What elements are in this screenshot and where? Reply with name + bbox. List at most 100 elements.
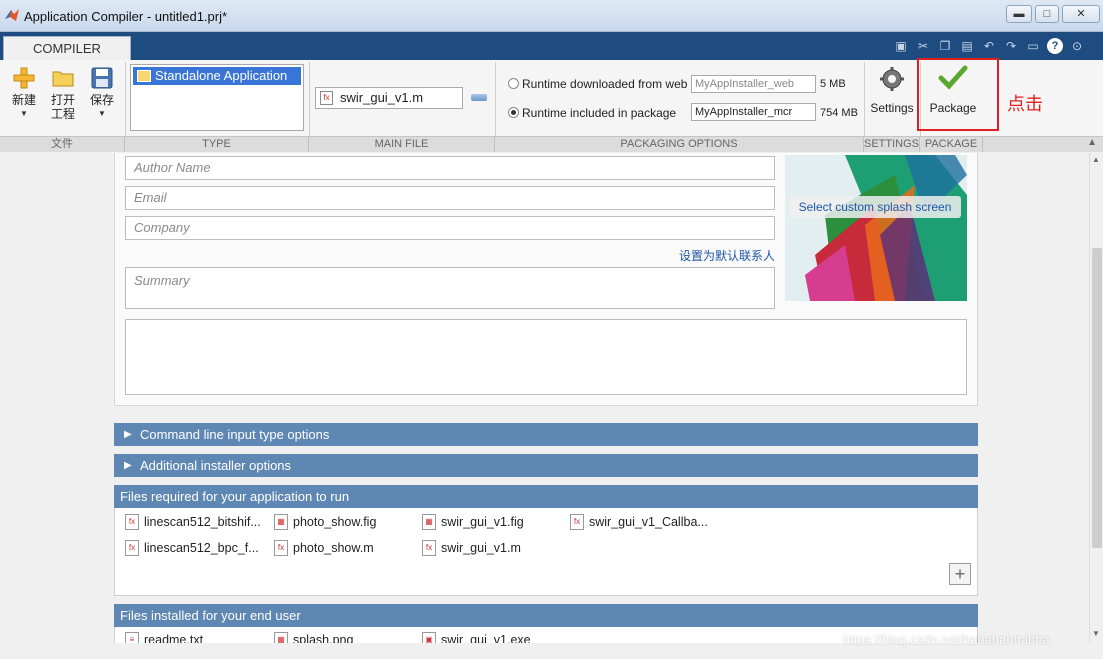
save-label: 保存 <box>89 93 114 107</box>
scroll-down-icon[interactable]: ▼ <box>1092 629 1100 638</box>
list-item[interactable]: fx linescan512_bitshif... <box>125 513 261 531</box>
new-button[interactable]: 新建 ▼ <box>8 66 40 121</box>
collapse-ribbon-icon[interactable]: ▲ <box>1087 137 1097 148</box>
expand-icon[interactable]: ⊙ <box>1069 38 1085 54</box>
file-name: splash.png <box>293 633 354 643</box>
splash-screen-preview: Select custom splash screen <box>785 155 967 301</box>
divider <box>125 62 126 136</box>
plus-icon <box>13 67 35 89</box>
save-icon[interactable]: ▣ <box>893 38 909 54</box>
type-item-standalone[interactable]: Standalone Application <box>133 67 301 85</box>
fig-file-icon: ▦ <box>274 514 288 530</box>
undo-icon[interactable]: ↶ <box>981 38 997 54</box>
list-item[interactable]: fx swir_gui_v1_Callba... <box>570 513 708 531</box>
installed-files-label: Files installed for your end user <box>120 608 301 623</box>
ribbon-group-labels: 文件 TYPE MAIN FILE PACKAGING OPTIONS SETT… <box>0 136 1103 152</box>
save-button[interactable]: 保存 ▼ <box>86 66 118 121</box>
m-file-icon: fx <box>570 514 584 530</box>
maximize-button[interactable]: □ <box>1035 5 1059 23</box>
switch-window-icon[interactable]: ▭ <box>1025 38 1041 54</box>
text-file-icon: ≡ <box>125 632 139 643</box>
m-file-icon: fx <box>320 91 333 105</box>
m-file-icon: fx <box>274 540 288 556</box>
list-item[interactable]: fx photo_show.m <box>274 539 374 557</box>
app-info-panel: Author Name Email Company 设置为默认联系人 Summa… <box>114 153 978 406</box>
runtime-web-input[interactable]: MyAppInstaller_web <box>691 75 816 93</box>
cmdline-options-label: Command line input type options <box>140 427 330 442</box>
group-label-packaging: PACKAGING OPTIONS <box>495 137 864 152</box>
vertical-scrollbar[interactable]: ▲ ▼ <box>1089 153 1103 643</box>
minimize-button[interactable]: ▬ <box>1006 5 1032 23</box>
main-file-name: swir_gui_v1.m <box>340 90 424 105</box>
redo-icon[interactable]: ↷ <box>1003 38 1019 54</box>
set-default-contact-link[interactable]: 设置为默认联系人 <box>679 247 775 264</box>
open-label-1: 打开 <box>50 93 75 107</box>
chevron-down-icon: ▼ <box>20 109 28 118</box>
select-splash-button[interactable]: Select custom splash screen <box>789 196 961 218</box>
file-name: photo_show.m <box>293 541 374 555</box>
required-files-list: fx linescan512_bitshif... ▦ photo_show.fig… <box>114 508 978 596</box>
open-project-button[interactable]: 打开 工程 <box>47 66 79 121</box>
file-name: swir_gui_v1.m <box>441 541 521 555</box>
scrollbar-thumb[interactable] <box>1092 248 1102 548</box>
email-field[interactable]: Email <box>125 186 775 210</box>
paste-icon[interactable]: ▤ <box>959 38 975 54</box>
m-file-icon: fx <box>125 540 139 556</box>
installer-options-header[interactable]: ▶ Additional installer options <box>114 454 978 477</box>
list-item[interactable]: ▦ photo_show.fig <box>274 513 376 531</box>
installer-options-label: Additional installer options <box>140 458 292 473</box>
runtime-web-radio[interactable] <box>508 78 519 89</box>
description-textarea[interactable] <box>125 319 967 395</box>
copy-icon[interactable]: ❐ <box>937 38 953 54</box>
highlight-box <box>917 58 999 131</box>
expand-arrow-icon: ▶ <box>124 460 132 471</box>
runtime-package-input[interactable]: MyAppInstaller_mcr <box>691 103 816 121</box>
installed-files-header: Files installed for your end user <box>114 604 978 627</box>
help-icon[interactable]: ? <box>1047 38 1063 54</box>
m-file-icon: fx <box>422 540 436 556</box>
quick-access-toolbar: ▣ ✂ ❐ ▤ ↶ ↷ ▭ ? ⊙ <box>893 38 1085 54</box>
main-content: Author Name Email Company 设置为默认联系人 Summa… <box>0 153 1090 643</box>
list-item[interactable]: ▦ swir_gui_v1.fig <box>422 513 524 531</box>
file-name: linescan512_bitshif... <box>144 515 261 529</box>
runtime-package-radio[interactable] <box>508 107 519 118</box>
file-name: photo_show.fig <box>293 515 377 529</box>
gear-icon <box>880 67 904 91</box>
floppy-disk-icon <box>91 67 113 89</box>
file-name: swir_gui_v1.exe <box>441 633 531 643</box>
chevron-down-icon: ▼ <box>98 109 106 118</box>
divider <box>864 62 865 136</box>
annotation-text: 点击 <box>1007 94 1043 114</box>
close-button[interactable]: ✕ <box>1062 5 1100 23</box>
list-item[interactable]: fx swir_gui_v1.m <box>422 539 521 557</box>
cmdline-options-header[interactable]: ▶ Command line input type options <box>114 423 978 446</box>
group-label-settings: SETTINGS <box>864 137 920 152</box>
list-item[interactable]: ▦ splash.png <box>274 631 353 643</box>
m-file-icon: fx <box>125 514 139 530</box>
open-label-2: 工程 <box>50 107 75 121</box>
folder-icon <box>52 71 74 87</box>
image-file-icon: ▦ <box>274 632 288 643</box>
settings-button[interactable]: Settings <box>868 66 916 115</box>
author-name-field[interactable]: Author Name <box>125 156 775 180</box>
company-field[interactable]: Company <box>125 216 775 240</box>
list-item[interactable]: ▣ swir_gui_v1.exe <box>422 631 531 643</box>
required-files-header: Files required for your application to r… <box>114 485 978 508</box>
add-file-button[interactable]: + <box>949 563 971 585</box>
cut-icon[interactable]: ✂ <box>915 38 931 54</box>
scroll-up-icon[interactable]: ▲ <box>1092 155 1100 164</box>
type-list[interactable]: Standalone Application <box>130 64 304 131</box>
remove-main-file-button[interactable] <box>471 94 487 101</box>
main-file-field[interactable]: fx swir_gui_v1.m <box>315 87 463 109</box>
runtime-package-size: 754 MB <box>820 107 858 119</box>
list-item[interactable]: fx linescan512_bpc_f... <box>125 539 259 557</box>
application-icon <box>137 70 151 82</box>
file-name: linescan512_bpc_f... <box>144 541 259 555</box>
group-label-file: 文件 <box>0 137 125 152</box>
expand-arrow-icon: ▶ <box>124 429 132 440</box>
runtime-web-label: Runtime downloaded from web <box>522 77 688 91</box>
list-item[interactable]: ≡ readme.txt <box>125 631 203 643</box>
tab-compiler[interactable]: COMPILER <box>3 36 131 61</box>
summary-field[interactable]: Summary <box>125 267 775 309</box>
runtime-package-label: Runtime included in package <box>522 106 677 120</box>
